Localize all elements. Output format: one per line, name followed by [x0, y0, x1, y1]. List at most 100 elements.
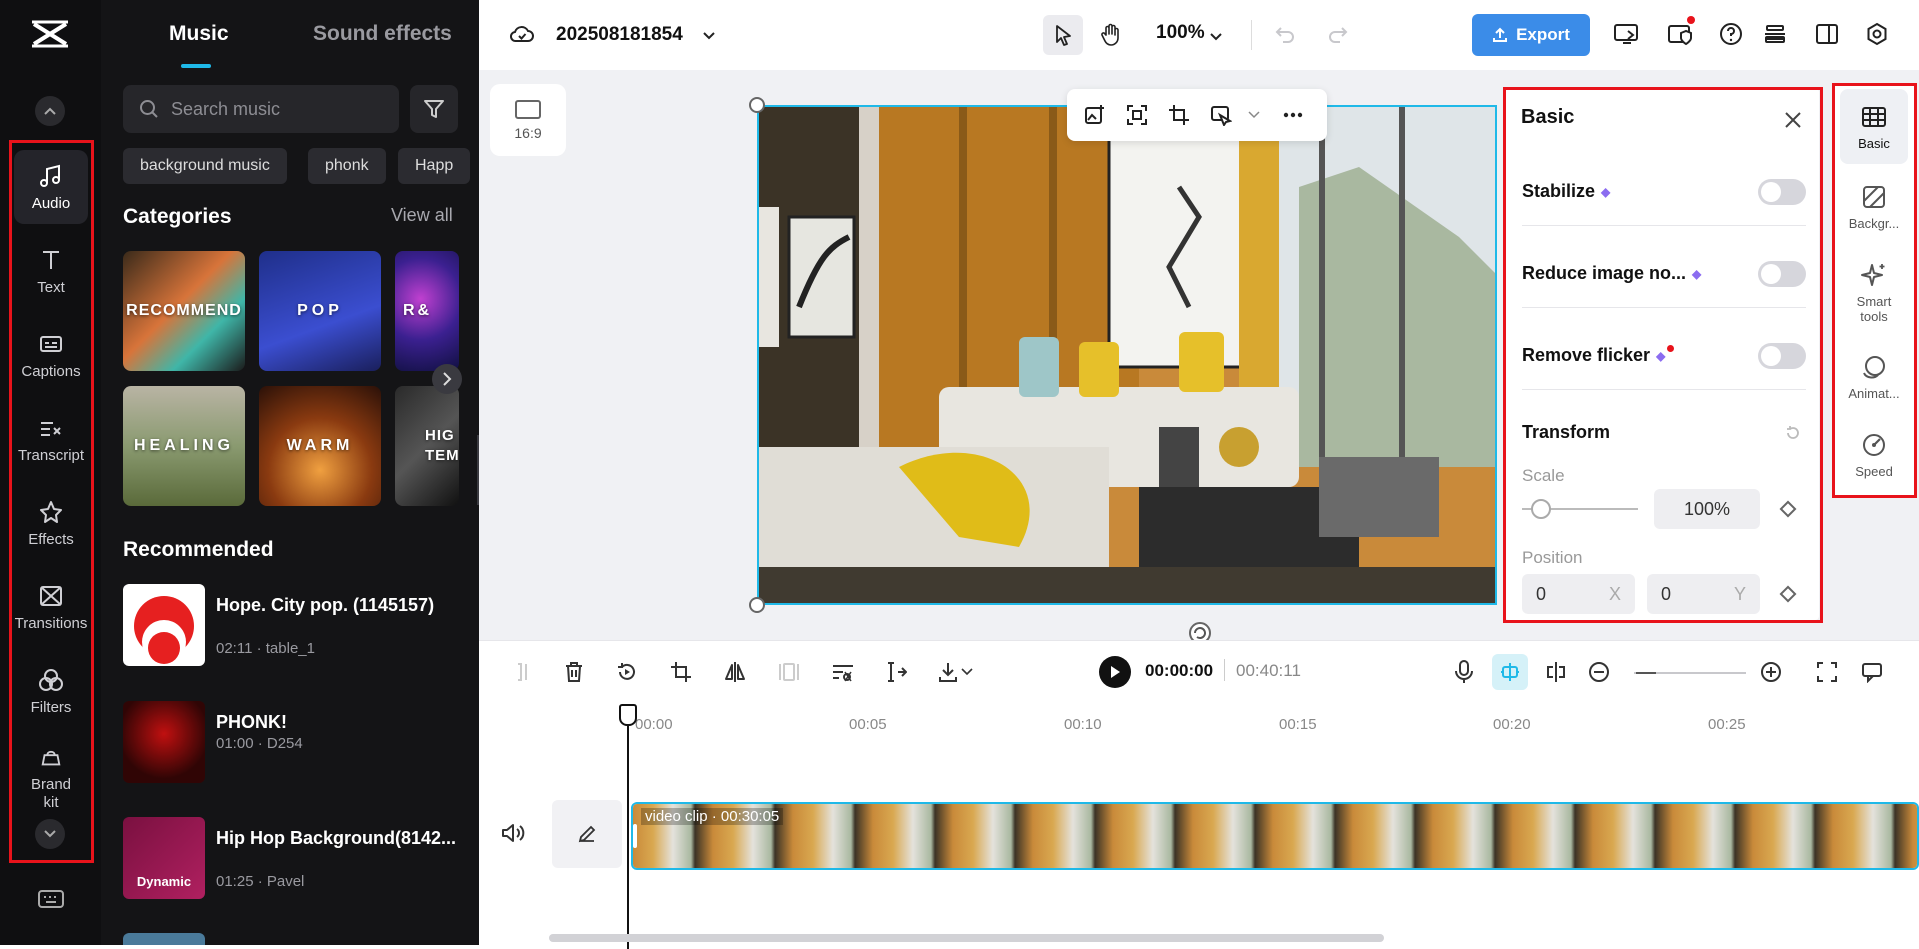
- category-label: HIG TEM: [425, 427, 459, 464]
- scroll-down-button[interactable]: [35, 819, 65, 849]
- chip-background-music[interactable]: background music: [123, 148, 287, 184]
- close-icon[interactable]: [1781, 108, 1805, 132]
- shield-check-icon[interactable]: [1667, 16, 1695, 51]
- split-left-icon[interactable]: [507, 657, 537, 687]
- video-clip[interactable]: video clip · 00:30:05: [631, 802, 1919, 870]
- rail-item-audio[interactable]: Audio: [14, 150, 88, 224]
- select-tool-button[interactable]: [1043, 15, 1083, 55]
- tab-sound-effects[interactable]: Sound effects: [313, 22, 452, 46]
- play-button[interactable]: [1099, 656, 1131, 688]
- rail-item-transcript[interactable]: Transcript: [14, 402, 88, 476]
- chevron-down-icon[interactable]: [1247, 99, 1261, 131]
- present-screen-icon[interactable]: [1613, 22, 1639, 51]
- playhead-handle[interactable]: [619, 704, 637, 726]
- rail-item-filters[interactable]: Filters: [14, 654, 88, 728]
- hand-tool-button[interactable]: [1091, 15, 1131, 55]
- stabilize-toggle[interactable]: [1758, 178, 1806, 205]
- capcut-logo-icon[interactable]: [30, 18, 70, 50]
- undo-icon[interactable]: [1274, 24, 1296, 49]
- magnet-snap-button[interactable]: [1492, 654, 1528, 690]
- rail-item-text[interactable]: Text: [14, 234, 88, 308]
- rail-item-speed[interactable]: Speed: [1840, 417, 1908, 492]
- layers-icon[interactable]: [1763, 22, 1787, 51]
- resize-handle-bottom-left[interactable]: [749, 597, 765, 613]
- filter-button[interactable]: [410, 85, 458, 133]
- scroll-up-button[interactable]: [35, 96, 65, 126]
- rail-item-brand-kit[interactable]: Brand kit: [14, 738, 88, 812]
- clip-trim-handle[interactable]: [633, 824, 637, 848]
- rail-item-animation[interactable]: Animat...: [1840, 339, 1908, 414]
- rail-item-smart-tools[interactable]: Smart tools: [1840, 249, 1908, 335]
- rail-item-transitions[interactable]: Transitions: [14, 570, 88, 644]
- crop-icon[interactable]: [666, 657, 696, 687]
- zoom-in-icon[interactable]: [1756, 657, 1786, 687]
- edit-cover-button[interactable]: [552, 800, 622, 868]
- keyboard-shortcuts-icon[interactable]: [38, 889, 64, 914]
- more-options-icon[interactable]: [1277, 99, 1309, 131]
- chevron-down-icon[interactable]: [702, 28, 716, 46]
- trim-icon[interactable]: [881, 657, 911, 687]
- project-name[interactable]: 202508181854: [556, 24, 683, 46]
- rail-item-captions[interactable]: Captions: [14, 318, 88, 392]
- microphone-icon[interactable]: [1449, 657, 1479, 687]
- track-item[interactable]: PHONK! 01:00 · D254: [123, 701, 473, 801]
- remove-flicker-toggle[interactable]: [1758, 342, 1806, 369]
- timeline-scrollbar[interactable]: [549, 934, 1384, 942]
- video-preview[interactable]: [757, 105, 1497, 605]
- tab-music[interactable]: Music: [169, 22, 229, 46]
- category-recommend[interactable]: RECOMMEND: [123, 251, 245, 371]
- track-item[interactable]: Hope. City pop. (1145157) 02:11 · table_…: [123, 584, 473, 684]
- redo-icon[interactable]: [1327, 24, 1349, 49]
- category-pop[interactable]: POP: [259, 251, 381, 371]
- remove-background-icon[interactable]: [1205, 99, 1237, 131]
- timeline-ruler[interactable]: 00:00 00:05 00:10 00:15 00:20 00:25: [479, 702, 1919, 742]
- chevron-down-icon[interactable]: [1209, 29, 1223, 47]
- track-mute-icon[interactable]: [501, 822, 525, 849]
- comment-icon[interactable]: [1857, 657, 1887, 687]
- reset-icon[interactable]: [1784, 424, 1802, 447]
- speed-curve-icon[interactable]: [828, 657, 858, 687]
- export-button[interactable]: Export: [1472, 14, 1590, 56]
- settings-icon[interactable]: [1865, 22, 1889, 51]
- rail-item-basic[interactable]: Basic: [1840, 89, 1908, 164]
- chip-phonk[interactable]: phonk: [308, 148, 386, 184]
- chevron-down-icon[interactable]: [959, 657, 975, 687]
- aspect-ratio-button[interactable]: 16:9: [490, 84, 566, 156]
- category-healing[interactable]: HEALING: [123, 386, 245, 506]
- reduce-noise-toggle[interactable]: [1758, 260, 1806, 287]
- zoom-level[interactable]: 100%: [1156, 22, 1205, 44]
- rail-item-background[interactable]: Backgr...: [1840, 169, 1908, 244]
- freeze-frame-icon[interactable]: [774, 657, 804, 687]
- chip-happy[interactable]: Happ: [398, 148, 470, 184]
- layout-panel-icon[interactable]: [1815, 22, 1839, 51]
- category-warm[interactable]: WARM: [259, 386, 381, 506]
- search-music-input[interactable]: Search music: [123, 85, 399, 133]
- rail-item-effects[interactable]: Effects: [14, 486, 88, 560]
- fit-frame-icon[interactable]: [1121, 99, 1153, 131]
- scale-slider-thumb[interactable]: [1531, 499, 1551, 519]
- replay-icon[interactable]: [612, 657, 642, 687]
- scale-value-field[interactable]: 100%: [1654, 489, 1760, 529]
- resize-handle-top-left[interactable]: [749, 97, 765, 113]
- cloud-icon[interactable]: [509, 22, 535, 51]
- keyframe-diamond-icon[interactable]: [1779, 500, 1797, 518]
- keyframe-diamond-icon[interactable]: [1779, 585, 1797, 603]
- position-y-field[interactable]: 0 Y: [1647, 574, 1760, 614]
- transcript-icon: [41, 421, 61, 436]
- crop-icon[interactable]: [1163, 99, 1195, 131]
- replace-image-icon[interactable]: [1079, 99, 1111, 131]
- clip-thumbnail-strip: [633, 804, 1917, 868]
- category-high-tempo[interactable]: HIG TEM: [395, 386, 459, 506]
- track-item[interactable]: Dynamic Hip Hop Background(8142... 01:25…: [123, 817, 473, 917]
- zoom-out-icon[interactable]: [1584, 657, 1614, 687]
- fullscreen-icon[interactable]: [1812, 657, 1842, 687]
- split-link-icon[interactable]: [1541, 657, 1571, 687]
- flip-icon[interactable]: [720, 657, 750, 687]
- help-icon[interactable]: [1719, 22, 1743, 51]
- view-all-link[interactable]: View all: [391, 205, 453, 226]
- delete-icon[interactable]: [559, 657, 589, 687]
- position-x-field[interactable]: 0 X: [1522, 574, 1635, 614]
- categories-next-button[interactable]: [432, 364, 462, 394]
- rail-label: Text: [37, 278, 65, 296]
- category-rnb[interactable]: R&: [395, 251, 459, 371]
